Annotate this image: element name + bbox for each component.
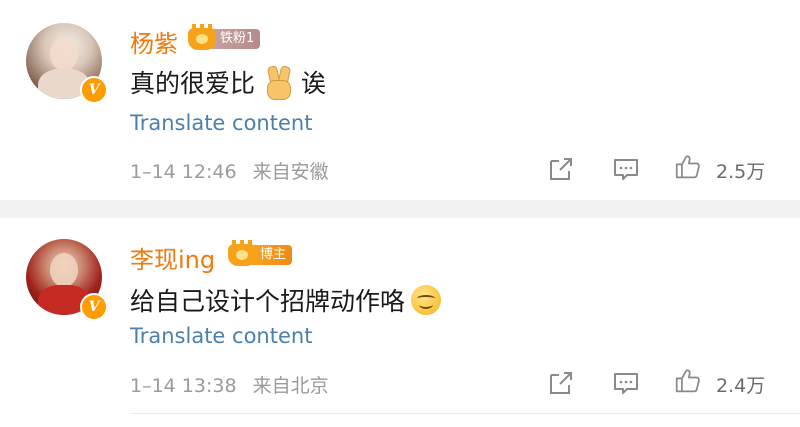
translate-link[interactable]: Translate content	[130, 324, 312, 348]
thumbs-up-icon[interactable]	[675, 368, 701, 394]
translate-link[interactable]: Translate content	[130, 111, 312, 135]
timestamp: 1–14 12:46	[130, 161, 237, 183]
like-count: 2.5万	[716, 161, 766, 183]
comment-meta: 1–14 12:46 来自安徽	[130, 157, 329, 184]
share-icon[interactable]	[548, 156, 574, 182]
comment-icon[interactable]	[613, 156, 639, 182]
comment-text: 真的很爱比 诶	[130, 64, 326, 100]
smirk-face-emoji-icon	[411, 285, 442, 315]
comment-text-part: 真的很爱比	[130, 69, 256, 98]
comment-text-part: 给自己设计个招牌动作咯	[130, 287, 406, 316]
comment-text-part: 诶	[301, 69, 327, 98]
thumbs-up-icon[interactable]	[675, 154, 701, 180]
comment-meta: 1–14 13:38 来自北京	[130, 371, 329, 398]
verified-badge-icon: V	[80, 293, 108, 321]
fan-badge[interactable]: 铁粉1	[188, 24, 261, 51]
blogger-badge[interactable]: 博主	[228, 240, 293, 267]
blogger-badge-label: 博主	[250, 245, 293, 265]
verified-badge-icon: V	[80, 76, 108, 104]
source-location: 来自安徽	[252, 161, 329, 183]
username[interactable]: 杨紫	[130, 24, 178, 59]
like-count: 2.4万	[716, 375, 766, 397]
victory-hand-emoji-icon	[263, 65, 293, 100]
crown-icon	[188, 24, 216, 50]
avatar-face	[50, 253, 78, 287]
fan-badge-label: 铁粉1	[210, 29, 261, 49]
comment-separator	[0, 200, 800, 218]
avatar-face	[50, 37, 78, 71]
comment-item: V 李现ing 博主 给自己设计个招牌动作咯 Translate content…	[0, 218, 800, 427]
comment-icon[interactable]	[613, 370, 639, 396]
username[interactable]: 李现ing	[130, 240, 215, 275]
crown-icon	[228, 240, 256, 266]
timestamp: 1–14 13:38	[130, 375, 237, 397]
share-icon[interactable]	[548, 370, 574, 396]
comment-text: 给自己设计个招牌动作咯	[130, 282, 442, 318]
divider	[130, 413, 800, 414]
comment-item: V 杨紫 铁粉1 真的很爱比 诶 Translate content 1–14 …	[0, 0, 800, 200]
source-location: 来自北京	[252, 375, 329, 397]
